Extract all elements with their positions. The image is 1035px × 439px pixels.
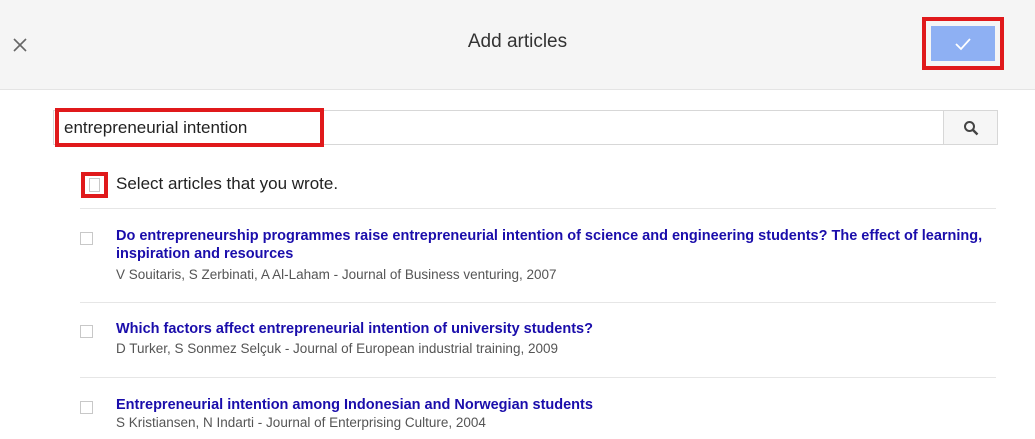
article-meta: V Souitaris, S Zerbinati, A Al-Laham - J… [116, 267, 557, 282]
article-title-link[interactable]: Which factors affect entrepreneurial int… [116, 320, 996, 338]
dialog-header: Add articles [0, 0, 1035, 90]
dialog-title: Add articles [467, 31, 568, 52]
search-icon [963, 120, 979, 136]
search-button[interactable] [943, 110, 998, 145]
search-box [53, 110, 943, 145]
divider [80, 377, 996, 378]
article-meta: S Kristiansen, N Indarti - Journal of En… [116, 415, 486, 430]
own-articles-checkbox[interactable] [89, 178, 100, 192]
article-checkbox[interactable] [80, 401, 93, 414]
article-checkbox[interactable] [80, 232, 93, 245]
divider [80, 208, 996, 209]
divider [80, 302, 996, 303]
confirm-button[interactable] [931, 26, 995, 61]
article-meta: D Turker, S Sonmez Selçuk - Journal of E… [116, 341, 558, 356]
article-title-link[interactable]: Entrepreneurial intention among Indonesi… [116, 396, 996, 414]
article-title-link[interactable]: Do entrepreneurship programmes raise ent… [116, 227, 996, 263]
own-articles-label: Select articles that you wrote. [116, 174, 339, 193]
check-icon [954, 37, 972, 51]
article-checkbox[interactable] [80, 325, 93, 338]
search-input[interactable] [64, 111, 864, 144]
